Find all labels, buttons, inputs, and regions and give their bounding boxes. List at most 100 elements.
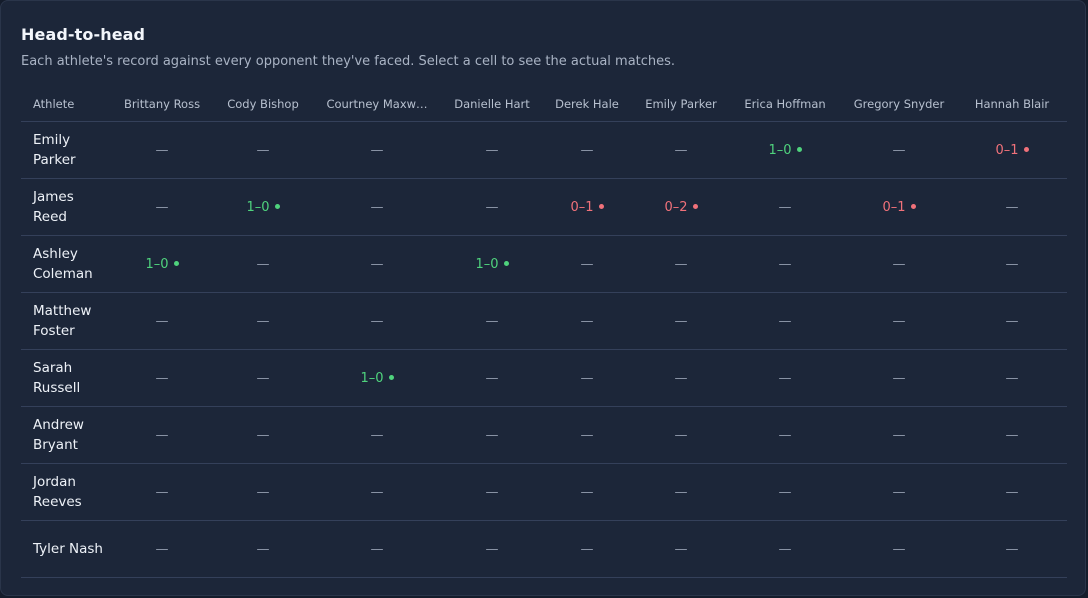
record-value: —	[674, 427, 688, 443]
record-empty-button[interactable]: —	[575, 253, 600, 276]
record-empty-button[interactable]: —	[887, 367, 912, 390]
record-value: —	[485, 541, 499, 557]
record-empty-button[interactable]: —	[251, 424, 276, 447]
record-win-button[interactable]: 1–0	[240, 196, 285, 219]
record-empty-button[interactable]: —	[1000, 424, 1025, 447]
table-row: Sarah Russell — — 1–0 — — — — — —	[21, 349, 1067, 407]
record-loss-button[interactable]: 0–1	[564, 196, 609, 219]
record-empty-button[interactable]: —	[773, 196, 798, 219]
record-cell: —	[443, 406, 541, 464]
record-value: —	[155, 484, 169, 500]
record-empty-button[interactable]: —	[669, 367, 694, 390]
record-empty-button[interactable]: —	[150, 196, 175, 219]
record-empty-button[interactable]: —	[150, 139, 175, 162]
record-empty-button[interactable]: —	[1000, 196, 1025, 219]
athlete-name: Andrew Bryant	[33, 417, 84, 453]
record-empty-button[interactable]: —	[887, 310, 912, 333]
record-empty-button[interactable]: —	[887, 253, 912, 276]
record-empty-button[interactable]: —	[480, 196, 505, 219]
record-empty-button[interactable]: —	[251, 538, 276, 561]
record-value: —	[256, 313, 270, 329]
record-cell: —	[443, 292, 541, 350]
record-cell: 0–1	[841, 178, 957, 236]
record-empty-button[interactable]: —	[575, 481, 600, 504]
record-empty-button[interactable]: —	[365, 196, 390, 219]
record-empty-button[interactable]: —	[150, 310, 175, 333]
record-empty-button[interactable]: —	[575, 424, 600, 447]
record-empty-button[interactable]: —	[773, 481, 798, 504]
record-empty-button[interactable]: —	[365, 538, 390, 561]
record-empty-button[interactable]: —	[150, 538, 175, 561]
record-empty-button[interactable]: —	[773, 310, 798, 333]
record-empty-button[interactable]: —	[251, 367, 276, 390]
athlete-name: Sarah Russell	[33, 360, 81, 396]
record-value: 0–1	[995, 142, 1019, 158]
column-header: Derek Hale	[541, 87, 633, 122]
record-empty-button[interactable]: —	[365, 253, 390, 276]
record-empty-button[interactable]: —	[575, 367, 600, 390]
record-empty-button[interactable]: —	[1000, 253, 1025, 276]
record-empty-button[interactable]: —	[150, 481, 175, 504]
record-empty-button[interactable]: —	[773, 538, 798, 561]
record-empty-button[interactable]: —	[773, 367, 798, 390]
record-empty-button[interactable]: —	[480, 538, 505, 561]
record-empty-button[interactable]: —	[480, 139, 505, 162]
record-win-button[interactable]: 1–0	[354, 367, 399, 390]
record-empty-button[interactable]: —	[887, 139, 912, 162]
record-empty-button[interactable]: —	[575, 310, 600, 333]
record-empty-button[interactable]: —	[887, 424, 912, 447]
record-cell: —	[215, 463, 311, 521]
record-cell: 1–0	[311, 349, 443, 407]
table-row: Jordan Reeves — — — — — — — — —	[21, 463, 1067, 521]
record-value: —	[892, 142, 906, 158]
record-empty-button[interactable]: —	[887, 538, 912, 561]
record-empty-button[interactable]: —	[669, 538, 694, 561]
record-cell: —	[633, 292, 729, 350]
record-value: 1–0	[246, 199, 270, 215]
record-empty-button[interactable]: —	[365, 424, 390, 447]
record-loss-button[interactable]: 0–2	[658, 196, 703, 219]
record-empty-button[interactable]: —	[1000, 310, 1025, 333]
record-value: —	[580, 427, 594, 443]
record-empty-button[interactable]: —	[773, 424, 798, 447]
record-loss-button[interactable]: 0–1	[876, 196, 921, 219]
record-cell: —	[215, 349, 311, 407]
record-empty-button[interactable]: —	[150, 424, 175, 447]
record-empty-button[interactable]: —	[1000, 367, 1025, 390]
record-empty-button[interactable]: —	[575, 139, 600, 162]
record-empty-button[interactable]: —	[575, 538, 600, 561]
record-empty-button[interactable]: —	[365, 139, 390, 162]
record-value: 0–2	[664, 199, 688, 215]
record-empty-button[interactable]: —	[480, 424, 505, 447]
win-dot-icon	[388, 374, 394, 380]
record-empty-button[interactable]: —	[480, 481, 505, 504]
record-win-button[interactable]: 1–0	[469, 253, 514, 276]
table-row: James Reed — 1–0 — — 0–1 0–2 — 0–1 —	[21, 178, 1067, 236]
record-loss-button[interactable]: 0–1	[989, 139, 1034, 162]
record-value: 0–1	[882, 199, 906, 215]
record-win-button[interactable]: 1–0	[762, 139, 807, 162]
record-value: —	[674, 256, 688, 272]
record-empty-button[interactable]: —	[251, 253, 276, 276]
record-cell: —	[311, 520, 443, 578]
record-empty-button[interactable]: —	[669, 424, 694, 447]
record-win-button[interactable]: 1–0	[139, 253, 184, 276]
record-empty-button[interactable]: —	[251, 139, 276, 162]
record-empty-button[interactable]: —	[480, 310, 505, 333]
record-empty-button[interactable]: —	[773, 253, 798, 276]
record-empty-button[interactable]: —	[365, 481, 390, 504]
record-empty-button[interactable]: —	[887, 481, 912, 504]
record-empty-button[interactable]: —	[1000, 481, 1025, 504]
record-empty-button[interactable]: —	[669, 253, 694, 276]
record-empty-button[interactable]: —	[365, 310, 390, 333]
record-empty-button[interactable]: —	[1000, 538, 1025, 561]
record-empty-button[interactable]: —	[251, 310, 276, 333]
record-empty-button[interactable]: —	[480, 367, 505, 390]
record-empty-button[interactable]: —	[669, 310, 694, 333]
record-empty-button[interactable]: —	[669, 481, 694, 504]
record-empty-button[interactable]: —	[669, 139, 694, 162]
record-cell: —	[633, 121, 729, 179]
record-empty-button[interactable]: —	[150, 367, 175, 390]
record-empty-button[interactable]: —	[251, 481, 276, 504]
record-cell: —	[957, 406, 1067, 464]
